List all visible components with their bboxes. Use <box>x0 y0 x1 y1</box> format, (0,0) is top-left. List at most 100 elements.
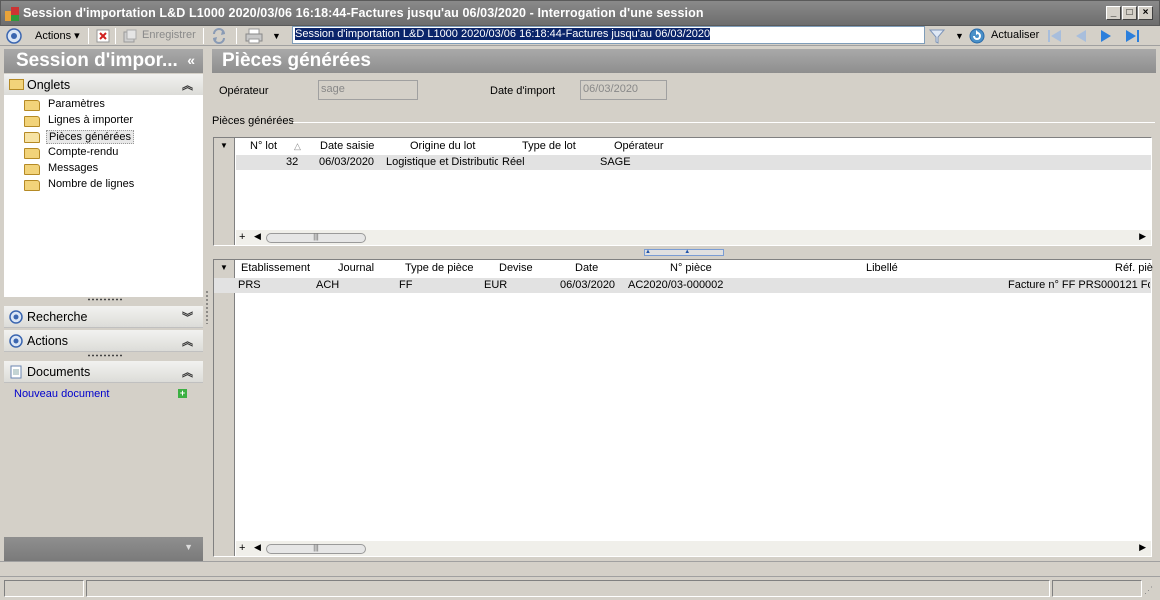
print-dropdown-icon[interactable]: ▼ <box>272 31 281 41</box>
target-icon <box>9 310 23 327</box>
column-header-journal[interactable]: Journal <box>338 262 374 274</box>
column-header-libelle[interactable]: Libellé <box>866 262 898 274</box>
scroll-thumb[interactable]: ||| <box>266 233 366 243</box>
recherche-section-header[interactable]: Recherche ︾ <box>4 306 203 328</box>
pieces-grid: ▼ Etablissement Journal Type de pièce De… <box>213 259 1153 557</box>
add-icon[interactable]: + <box>178 389 187 398</box>
folder-icon <box>24 180 40 191</box>
session-selector-input[interactable]: Session d'importation L&D L1000 2020/03/… <box>292 26 925 44</box>
chevron-down-icon[interactable]: ▼ <box>184 542 193 552</box>
operator-label: Opérateur <box>219 85 269 97</box>
first-record-icon[interactable] <box>1047 29 1063 46</box>
grid-gutter: ▼ <box>214 138 235 245</box>
column-header-date[interactable]: Date <box>575 262 598 274</box>
save-button[interactable]: Enregistrer <box>142 29 196 41</box>
documents-section-header[interactable]: Documents ︽ <box>4 361 203 383</box>
tree-item-label: Paramètres <box>48 98 105 110</box>
splitter-grip[interactable] <box>206 290 208 324</box>
table-row[interactable]: PRS ACH FF EUR 06/03/2020 AC2020/03-0000… <box>214 278 1151 293</box>
onglets-section-header[interactable]: Onglets ︽ <box>4 74 203 96</box>
resize-grip[interactable] <box>87 298 123 301</box>
cell-date: 06/03/2020 <box>560 279 616 291</box>
document-icon <box>10 365 22 382</box>
column-header-operateur[interactable]: Opérateur <box>614 140 664 152</box>
horizontal-scrollbar[interactable]: + ◀ ||| ▶ <box>236 230 1151 245</box>
cell-operateur: SAGE <box>600 156 631 168</box>
folder-icon <box>24 164 40 175</box>
refresh-icon[interactable] <box>969 28 985 47</box>
operator-field[interactable]: sage <box>318 80 418 100</box>
table-row[interactable]: 32 06/03/2020 Logistique et Distributic … <box>236 155 1151 170</box>
filter-dropdown-icon[interactable]: ▼ <box>955 31 964 41</box>
open-folder-icon <box>24 132 40 143</box>
add-row-icon[interactable]: + <box>239 542 245 554</box>
onglets-label: Onglets <box>27 78 71 92</box>
tree-item-label: Compte-rendu <box>48 146 119 158</box>
window-title-bar: Session d'importation L&D L1000 2020/03/… <box>0 0 1160 26</box>
column-menu-icon[interactable]: ▼ <box>220 141 228 150</box>
print-icon[interactable] <box>245 28 263 47</box>
delete-icon[interactable] <box>96 29 110 46</box>
column-header-origine[interactable]: Origine du lot <box>410 140 475 152</box>
target-icon[interactable] <box>6 28 22 47</box>
group-label: Pièces générées <box>212 115 294 127</box>
import-date-field[interactable]: 06/03/2020 <box>580 80 667 100</box>
next-record-icon[interactable] <box>1099 29 1113 46</box>
save-icon <box>123 29 137 46</box>
session-selector-value: Session d'importation L&D L1000 2020/03/… <box>295 28 711 40</box>
column-header-date-saisie[interactable]: Date saisie <box>320 140 374 152</box>
tree-item-label: Messages <box>48 162 99 174</box>
scroll-thumb[interactable]: ||| <box>266 544 366 554</box>
import-date-label: Date d'import <box>490 85 556 97</box>
column-header-ref-piece[interactable]: Réf. piè <box>1115 262 1153 274</box>
refresh-button[interactable]: Actualiser <box>991 29 1039 41</box>
new-document-link[interactable]: Nouveau document <box>14 388 109 400</box>
column-header-n-piece[interactable]: N° pièce <box>670 262 712 274</box>
collapse-icon: ︽ <box>182 336 193 348</box>
sort-ascending-icon[interactable]: △ <box>294 141 301 152</box>
toolbar-separator <box>88 28 89 44</box>
horizontal-scrollbar[interactable]: + ◀ ||| ▶ <box>236 541 1151 556</box>
cell-type-lot: Réel <box>502 156 525 168</box>
actions-label: Actions <box>27 334 68 348</box>
cell-journal: ACH <box>316 279 340 291</box>
maximize-button[interactable]: □ <box>1122 6 1137 20</box>
tree-item-label: Nombre de lignes <box>48 178 135 190</box>
cell-n-piece: AC2020/03-000002 <box>628 279 724 291</box>
status-panel <box>86 580 1050 597</box>
left-pane-footer: ▼ <box>4 537 203 561</box>
add-row-icon[interactable]: + <box>239 231 245 243</box>
grid-splitter[interactable]: ▲ ▲ <box>644 249 724 256</box>
column-header-etablissement[interactable]: Etablissement <box>241 262 310 274</box>
last-record-icon[interactable] <box>1124 29 1140 46</box>
scroll-left-icon[interactable]: ◀ <box>254 542 261 553</box>
collapse-pane-icon[interactable]: « <box>187 52 195 68</box>
minimize-button[interactable]: _ <box>1106 6 1121 20</box>
actions-menu[interactable]: Actions ▾ <box>35 29 80 42</box>
actions-section-header[interactable]: Actions ︽ <box>4 330 203 352</box>
lots-grid-header: N° lot △ Date saisie Origine du lot Type… <box>236 138 1151 154</box>
scroll-left-icon[interactable]: ◀ <box>254 231 261 242</box>
column-menu-icon[interactable]: ▼ <box>220 263 228 272</box>
column-header-devise[interactable]: Devise <box>499 262 533 274</box>
cell-etablissement: PRS <box>238 279 261 291</box>
filter-icon[interactable] <box>928 28 946 47</box>
page-title: Pièces générées <box>212 49 1156 73</box>
sync-icon[interactable] <box>211 28 227 47</box>
column-header-lot[interactable]: N° lot <box>250 140 277 152</box>
status-panel <box>1052 580 1142 597</box>
previous-record-icon[interactable] <box>1074 29 1088 46</box>
chevron-down-icon: ▾ <box>71 30 80 42</box>
scroll-right-icon[interactable]: ▶ <box>1139 542 1146 553</box>
cell-lot: 32 <box>286 156 299 168</box>
status-panel <box>4 580 84 597</box>
documents-label: Documents <box>27 365 91 379</box>
scroll-right-icon[interactable]: ▶ <box>1139 231 1146 242</box>
column-header-type-lot[interactable]: Type de lot <box>522 140 576 152</box>
column-header-type-piece[interactable]: Type de pièce <box>405 262 474 274</box>
toolbar-separator <box>236 28 237 44</box>
close-button[interactable]: × <box>1138 6 1153 20</box>
resize-grip[interactable] <box>87 354 123 357</box>
resize-grip-icon[interactable]: ⋰ <box>1144 585 1153 596</box>
toolbar-separator <box>115 28 116 44</box>
